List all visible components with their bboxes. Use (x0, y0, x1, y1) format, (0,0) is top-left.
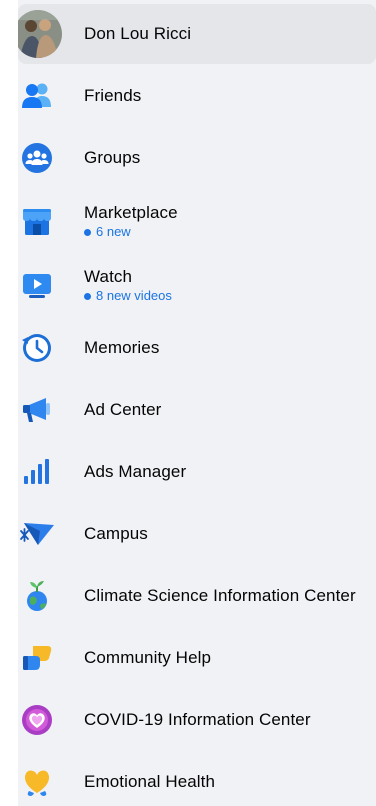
menu-item-label: Climate Science Information Center (84, 586, 356, 605)
avatar (18, 8, 64, 60)
friends-icon (18, 77, 56, 115)
groups-icon (18, 139, 56, 177)
menu-item-label: Friends (84, 86, 142, 105)
menu-item-covid-19[interactable]: COVID-19 Information Center (18, 690, 376, 750)
marketplace-icon (18, 202, 56, 240)
menu-item-ads-manager[interactable]: Ads Manager (18, 442, 376, 502)
menu-item-label: Marketplace (84, 203, 178, 222)
menu-item-label: COVID-19 Information Center (84, 710, 311, 729)
menu-item-memories[interactable]: Memories (18, 318, 376, 378)
megaphone-icon (18, 391, 56, 429)
menu-item-ad-center[interactable]: Ad Center (18, 380, 376, 440)
heart-shield-icon (18, 701, 56, 739)
new-dot-icon (84, 292, 91, 300)
menu-item-label: Campus (84, 524, 148, 543)
menu-item-marketplace[interactable]: Marketplace 6 new (18, 190, 376, 252)
menu-item-label: Emotional Health (84, 772, 216, 791)
menu-item-label: Ad Center (84, 400, 162, 419)
new-dot-icon (84, 228, 91, 236)
menu-item-groups[interactable]: Groups (18, 128, 376, 188)
menu-item-emotional-health[interactable]: Emotional Health (18, 752, 376, 806)
helping-hand-icon (18, 639, 56, 677)
new-videos-count: 8 new videos (96, 288, 172, 303)
memories-icon (18, 329, 56, 367)
emotional-health-icon (18, 763, 56, 801)
menu-item-label: Memories (84, 338, 160, 357)
profile-photo-icon (18, 10, 62, 58)
campus-icon (18, 515, 56, 553)
navigation-menu: Don Lou Ricci Friends Groups Marketplace… (18, 0, 376, 806)
watch-icon (18, 266, 56, 304)
new-items-count: 6 new (96, 224, 131, 239)
profile-row[interactable]: Don Lou Ricci (18, 4, 376, 64)
menu-item-watch[interactable]: Watch 8 new videos (18, 254, 376, 316)
menu-item-campus[interactable]: Campus (18, 504, 376, 564)
menu-item-label: Community Help (84, 648, 212, 667)
new-videos-badge: 8 new videos (84, 288, 172, 304)
menu-item-friends[interactable]: Friends (18, 66, 376, 126)
profile-name: Don Lou Ricci (84, 24, 192, 43)
menu-item-label: Watch (84, 267, 133, 286)
new-items-badge: 6 new (84, 224, 178, 240)
globe-sprout-icon (18, 577, 56, 615)
bar-chart-icon (18, 453, 56, 491)
menu-item-label: Ads Manager (84, 462, 187, 481)
menu-item-label: Groups (84, 148, 141, 167)
menu-item-community-help[interactable]: Community Help (18, 628, 376, 688)
menu-item-climate-science[interactable]: Climate Science Information Center (18, 566, 376, 626)
